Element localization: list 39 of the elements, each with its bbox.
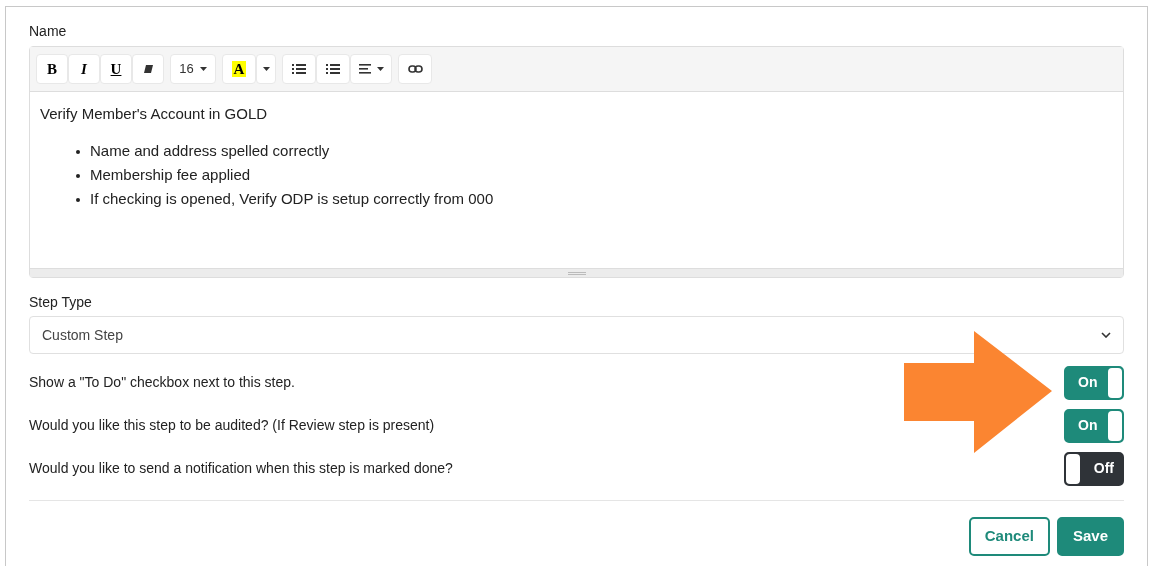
- caret-icon: [262, 67, 270, 71]
- font-size-dropdown[interactable]: 16: [170, 54, 216, 84]
- italic-button[interactable]: I: [68, 54, 100, 84]
- caret-icon: [199, 67, 207, 71]
- highlight-dropdown[interactable]: [256, 54, 276, 84]
- toggle-switch[interactable]: Off: [1064, 451, 1124, 486]
- toggle-knob: [1108, 367, 1122, 398]
- bullet-text: Name and address spelled correctly: [90, 141, 330, 162]
- bullet-text: If checking is opened, Verify ODP is setup correctly from 000: [90, 189, 494, 210]
- name-label: Name: [29, 22, 68, 41]
- eraser-icon: [142, 64, 154, 74]
- align-icon: [358, 64, 371, 74]
- bullet-list-button[interactable]: [282, 54, 316, 84]
- numbered-list-icon: [326, 63, 340, 75]
- step-type-label: Step Type: [29, 293, 93, 312]
- bullet-list-icon: [292, 63, 306, 75]
- underline-button[interactable]: U: [100, 54, 132, 84]
- toggle-switch[interactable]: On: [1064, 365, 1124, 400]
- toggle-knob: [1108, 410, 1122, 441]
- chevron-down-icon: [1101, 332, 1111, 338]
- toggle-switch[interactable]: On: [1064, 408, 1124, 443]
- caret-icon: [376, 67, 384, 71]
- highlight-button[interactable]: A: [222, 54, 256, 84]
- eraser-button[interactable]: [132, 54, 164, 84]
- align-dropdown[interactable]: [350, 54, 392, 84]
- cancel-button[interactable]: Cancel: [968, 517, 1050, 556]
- highlight-letter: A: [231, 61, 247, 77]
- toggle-knob: [1066, 453, 1080, 484]
- option-label: Would you like to send a notification when this step is marked done?: [29, 459, 453, 478]
- bullet-text: Membership fee applied: [90, 165, 251, 186]
- bold-button[interactable]: B: [36, 54, 68, 84]
- step-type-select[interactable]: Custom Step: [29, 316, 1124, 354]
- numbered-list-button[interactable]: [316, 54, 350, 84]
- editor-text: Verify Member's Account in GOLD: [40, 104, 269, 124]
- option-label: Would you like this step to be audited? (If Review step is present): [29, 416, 435, 435]
- link-button[interactable]: [398, 54, 432, 84]
- save-button[interactable]: Save: [1056, 517, 1124, 556]
- link-icon: [407, 65, 423, 73]
- option-label: Show a "To Do" checkbox next to this step.: [29, 373, 295, 392]
